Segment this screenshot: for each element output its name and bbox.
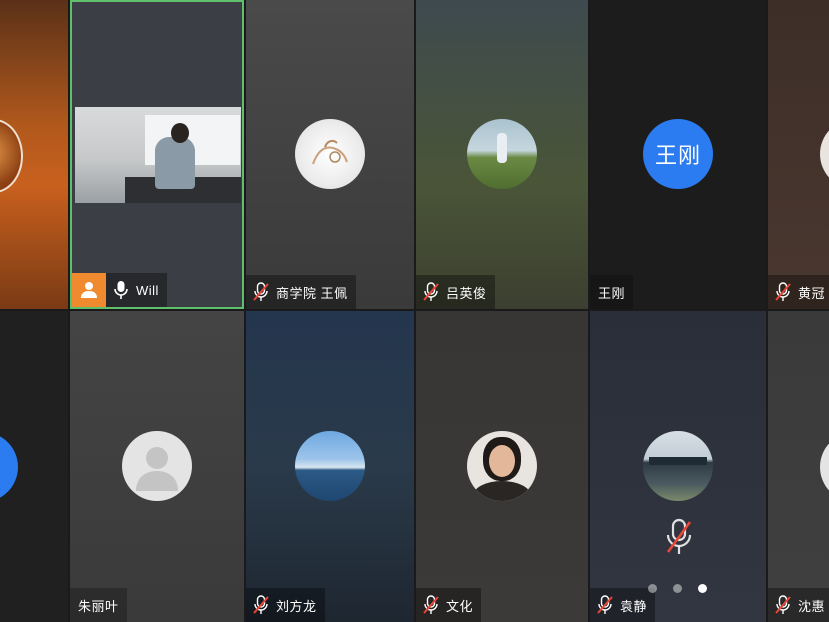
participant-name-bar: 刘方龙 — [246, 588, 325, 622]
participant-name: 王刚 — [598, 285, 626, 301]
participant-tile-yuanjing[interactable]: 袁静 — [590, 311, 766, 622]
host-badge — [72, 273, 106, 307]
participant-tile-zhuliye[interactable]: 朱丽叶 — [70, 311, 244, 622]
participant-name-bar: 吕英俊 — [416, 275, 495, 309]
participant-tile-wenhua[interactable]: 文化 — [416, 311, 588, 622]
page-indicator[interactable] — [648, 584, 707, 593]
page-dot-1[interactable] — [648, 584, 657, 593]
participant-tile-lvyingjun[interactable]: 吕英俊 — [416, 0, 588, 309]
participant-name-bar: 袁静 — [590, 588, 656, 622]
participant-tile-wangpei[interactable]: 商学院 王佩 — [246, 0, 414, 309]
participant-name: 袁静 — [620, 598, 648, 614]
avatar-face — [489, 445, 515, 477]
video-feed — [75, 107, 241, 203]
muted-microphone-icon — [423, 595, 439, 614]
participant-avatar — [467, 431, 537, 501]
participant-name: Will — [136, 282, 159, 298]
microphone-icon — [114, 281, 128, 299]
muted-microphone-icon — [597, 595, 613, 614]
muted-microphone-icon — [253, 595, 269, 614]
participant-avatar — [295, 119, 365, 189]
participant-name: 商学院 王佩 — [276, 285, 348, 301]
sketch-image-icon — [312, 139, 348, 165]
participant-tile-shenhui[interactable]: 沈惠 — [768, 311, 829, 622]
muted-microphone-icon — [253, 282, 269, 301]
participant-tile-will[interactable]: Will — [70, 0, 244, 309]
muted-microphone-icon — [775, 595, 791, 614]
participant-tile-huangguan[interactable]: 黄冠 — [768, 0, 829, 309]
participant-name-bar: 文化 — [416, 588, 482, 622]
participant-tile-liufanglong[interactable]: 刘方龙 — [246, 311, 414, 622]
muted-microphone-overlay-icon — [666, 518, 692, 554]
avatar-shoulders — [473, 481, 531, 501]
participant-tile-1[interactable] — [0, 0, 68, 309]
participant-name: 黄冠 — [798, 285, 826, 301]
default-avatar — [122, 431, 192, 501]
text-avatar: 王刚 — [643, 119, 713, 189]
participant-avatar — [820, 119, 829, 189]
participant-avatar — [0, 119, 23, 193]
user-silhouette-icon — [136, 447, 178, 491]
participant-name-bar: 黄冠 — [768, 275, 829, 309]
person-icon — [81, 282, 97, 298]
participant-tile-2[interactable] — [0, 311, 68, 622]
participant-name-bar: 朱丽叶 — [70, 588, 127, 622]
participant-name: 朱丽叶 — [78, 598, 119, 614]
page-dot-2[interactable] — [673, 584, 682, 593]
participant-name: 沈惠 — [798, 598, 826, 614]
participant-name-bar: 商学院 王佩 — [246, 275, 356, 309]
participant-name-bar: Will — [72, 273, 167, 307]
video-person — [155, 137, 195, 189]
participant-name: 文化 — [446, 598, 474, 614]
text-avatar — [0, 432, 18, 502]
avatar-figure — [497, 133, 507, 163]
avatar-building-roof — [649, 457, 707, 465]
participant-name: 吕英俊 — [446, 285, 487, 301]
participant-name-bar: 王刚 — [590, 275, 634, 309]
participant-avatar — [295, 431, 365, 501]
muted-microphone-icon — [775, 282, 791, 301]
page-dot-3[interactable] — [698, 584, 707, 593]
participant-name: 刘方龙 — [276, 598, 317, 614]
participant-tile-wanggang[interactable]: 王刚 王刚 — [590, 0, 766, 309]
video-person-head — [171, 123, 189, 143]
default-avatar — [820, 432, 829, 502]
participant-avatar — [643, 431, 713, 501]
muted-microphone-icon — [423, 282, 439, 301]
participant-name-bar: 沈惠 — [768, 588, 829, 622]
avatar-initials: 王刚 — [654, 143, 701, 168]
participant-avatar — [467, 119, 537, 189]
